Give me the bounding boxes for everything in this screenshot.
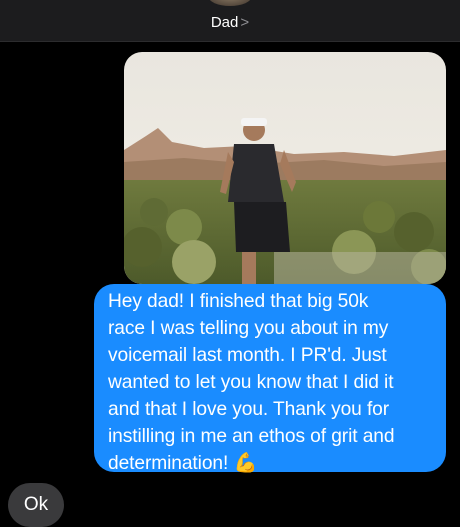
message-line-last: determination! 💪 [108, 450, 434, 477]
photo-image [124, 52, 446, 284]
chevron-right-icon: > [240, 14, 250, 31]
flexed-biceps-icon: 💪 [233, 453, 258, 474]
conversation-header: Dad > [0, 0, 460, 42]
sent-message-bubble[interactable]: Hey dad! I finished that big 50k race I … [94, 284, 446, 474]
photo-message[interactable] [124, 52, 446, 284]
message-line: wanted to let you know that I did it [108, 372, 394, 393]
received-message-text: Ok [23, 494, 49, 515]
contact-name-button[interactable]: Dad > [0, 14, 460, 31]
received-message-bubble[interactable]: Ok [8, 483, 64, 527]
message-line: and that I love you. Thank you for [108, 399, 390, 420]
message-line: voicemail last month. I PR'd. Just [108, 345, 387, 366]
message-line: Hey dad! I finished that big 50k [108, 291, 369, 312]
message-line: instilling in me an ethos of grit and [108, 426, 395, 447]
message-line-text: determination! [108, 453, 229, 474]
contact-avatar[interactable] [208, 0, 252, 6]
contact-name: Dad [210, 14, 239, 31]
message-line: race I was telling you about in my [108, 318, 389, 339]
